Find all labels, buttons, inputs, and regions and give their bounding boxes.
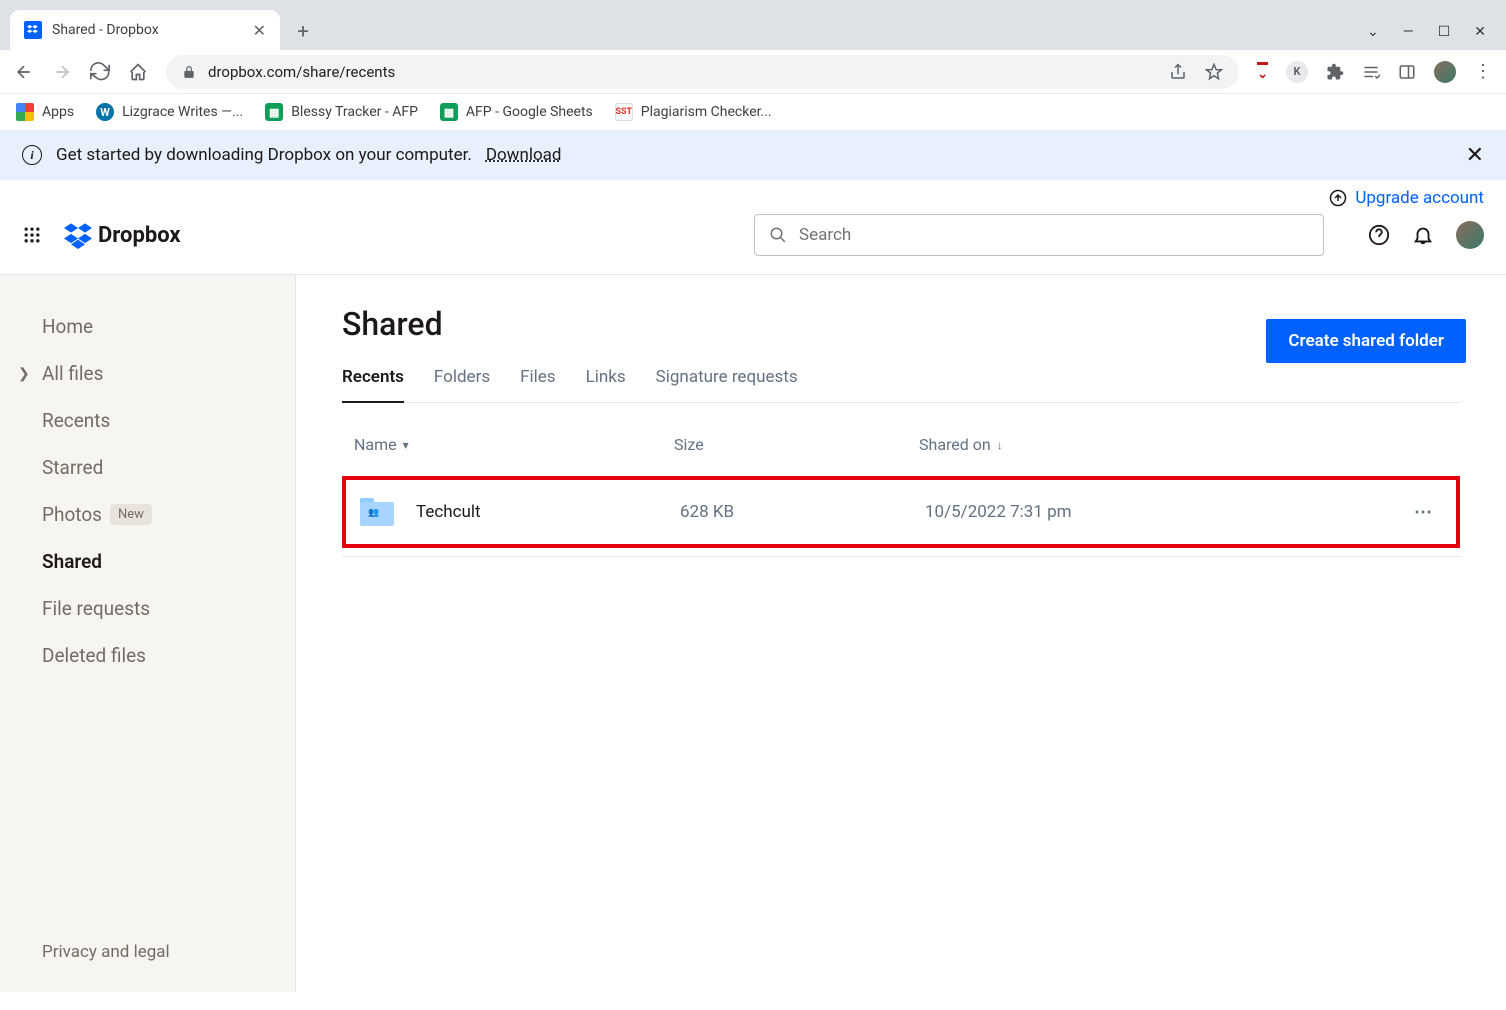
bookmark-afp[interactable]: ▦AFP - Google Sheets (440, 103, 593, 121)
close-tab-icon[interactable]: ✕ (253, 21, 266, 40)
create-shared-folder-button[interactable]: Create shared folder (1266, 319, 1466, 363)
browser-tab[interactable]: Shared - Dropbox ✕ (10, 10, 280, 50)
tab-title: Shared - Dropbox (52, 22, 243, 38)
table-header: Name▾ Size Shared on↓ (342, 421, 1460, 468)
extensions-icon[interactable] (1326, 63, 1344, 81)
sidebar-item-starred[interactable]: Starred (0, 444, 295, 491)
sidebar-item-all-files[interactable]: ❯All files (0, 350, 295, 397)
sidebar-item-home[interactable]: Home (0, 303, 295, 350)
search-icon (769, 226, 787, 244)
dropbox-favicon (24, 21, 42, 39)
bookmark-apps[interactable]: Apps (16, 103, 74, 121)
banner-text: Get started by downloading Dropbox on yo… (56, 145, 472, 165)
sidebar-item-photos[interactable]: PhotosNew (0, 491, 295, 538)
tab-links[interactable]: Links (586, 367, 626, 402)
sidebar-item-shared[interactable]: Shared (0, 538, 295, 585)
tab-folders[interactable]: Folders (434, 367, 490, 402)
bell-icon[interactable] (1412, 224, 1434, 246)
table-row[interactable]: 👥 Techcult 628 KB 10/5/2022 7:31 pm ⋯ (348, 482, 1454, 542)
mcafee-icon[interactable]: ⌄ (1257, 62, 1268, 82)
close-banner-icon[interactable]: ✕ (1466, 143, 1484, 168)
row-size: 628 KB (680, 502, 925, 522)
row-name: Techcult (416, 502, 680, 522)
reading-list-icon[interactable] (1362, 63, 1380, 81)
minimize-icon[interactable]: ― (1403, 24, 1414, 40)
sheets-icon: ▦ (440, 103, 458, 121)
content-area: Shared Create shared folder Recents Fold… (296, 275, 1506, 992)
column-size[interactable]: Size (674, 435, 919, 454)
row-actions-icon[interactable]: ⋯ (1414, 502, 1442, 523)
privacy-link[interactable]: Privacy and legal (0, 930, 295, 974)
maximize-icon[interactable]: ☐ (1438, 24, 1451, 40)
chrome-menu-icon[interactable]: ⋮ (1474, 61, 1492, 82)
bookmark-lizgrace[interactable]: WLizgrace Writes —... (96, 103, 243, 121)
sidebar: Home ❯All files Recents Starred PhotosNe… (0, 275, 296, 992)
upgrade-link[interactable]: Upgrade account (1329, 188, 1484, 208)
sidebar-item-recents[interactable]: Recents (0, 397, 295, 444)
shared-folder-icon: 👥 (360, 498, 394, 526)
wordpress-icon: W (96, 103, 114, 121)
app-switcher-icon[interactable] (22, 225, 42, 245)
chevron-down-icon[interactable]: ⌄ (1367, 24, 1379, 40)
top-right-bar: Upgrade account (0, 180, 1506, 208)
row-shared-on: 10/5/2022 7:31 pm (925, 502, 1414, 522)
address-bar: dropbox.com/share/recents ⌄ K ⋮ (0, 50, 1506, 94)
new-tab-button[interactable]: + (288, 16, 318, 46)
highlighted-row: 👥 Techcult 628 KB 10/5/2022 7:31 pm ⋯ (342, 476, 1460, 548)
dropbox-icon (64, 221, 92, 249)
browser-tab-bar: Shared - Dropbox ✕ + ⌄ ― ☐ ✕ (0, 0, 1506, 50)
apps-icon (16, 103, 34, 121)
table-divider (342, 556, 1460, 557)
download-link[interactable]: Download (486, 145, 562, 165)
sidebar-item-file-requests[interactable]: File requests (0, 585, 295, 632)
bookmark-plagiarism[interactable]: SSTPlagiarism Checker... (615, 103, 772, 121)
sst-icon: SST (615, 103, 633, 121)
chrome-avatar[interactable] (1434, 61, 1456, 83)
tab-signature-requests[interactable]: Signature requests (656, 367, 798, 402)
side-panel-icon[interactable] (1398, 63, 1416, 81)
account-avatar[interactable] (1456, 221, 1484, 249)
reload-icon[interactable] (90, 62, 110, 82)
bookmark-blessy[interactable]: ▦Blessy Tracker - AFP (265, 103, 418, 121)
lock-icon (182, 65, 196, 79)
new-badge: New (110, 504, 152, 525)
sort-asc-icon: ↓ (997, 438, 1003, 452)
close-window-icon[interactable]: ✕ (1474, 24, 1486, 40)
dropbox-header: Dropbox Search (0, 208, 1506, 274)
forward-icon[interactable] (52, 62, 72, 82)
help-icon[interactable] (1368, 224, 1390, 246)
home-icon[interactable] (128, 62, 148, 82)
download-banner: i Get started by downloading Dropbox on … (0, 130, 1506, 180)
chevron-right-icon: ❯ (18, 366, 30, 382)
back-icon[interactable] (14, 62, 34, 82)
content-tabs: Recents Folders Files Links Signature re… (342, 367, 1460, 403)
omnibox[interactable]: dropbox.com/share/recents (166, 55, 1239, 89)
sheets-icon: ▦ (265, 103, 283, 121)
sidebar-item-deleted[interactable]: Deleted files (0, 632, 295, 679)
dropbox-logo[interactable]: Dropbox (64, 221, 181, 249)
column-name[interactable]: Name▾ (354, 435, 674, 454)
bookmark-star-icon[interactable] (1205, 63, 1223, 81)
tab-recents[interactable]: Recents (342, 367, 404, 403)
tab-files[interactable]: Files (520, 367, 555, 402)
share-icon[interactable] (1169, 63, 1187, 81)
window-controls: ⌄ ― ☐ ✕ (1367, 24, 1496, 40)
info-icon: i (22, 145, 42, 165)
sort-icon: ▾ (403, 438, 409, 452)
column-shared-on[interactable]: Shared on↓ (919, 435, 1448, 454)
url-text: dropbox.com/share/recents (208, 63, 395, 81)
search-input[interactable]: Search (754, 214, 1324, 256)
bookmarks-bar: Apps WLizgrace Writes —... ▦Blessy Track… (0, 94, 1506, 130)
search-placeholder: Search (799, 225, 851, 245)
profile-k-icon[interactable]: K (1286, 61, 1308, 83)
